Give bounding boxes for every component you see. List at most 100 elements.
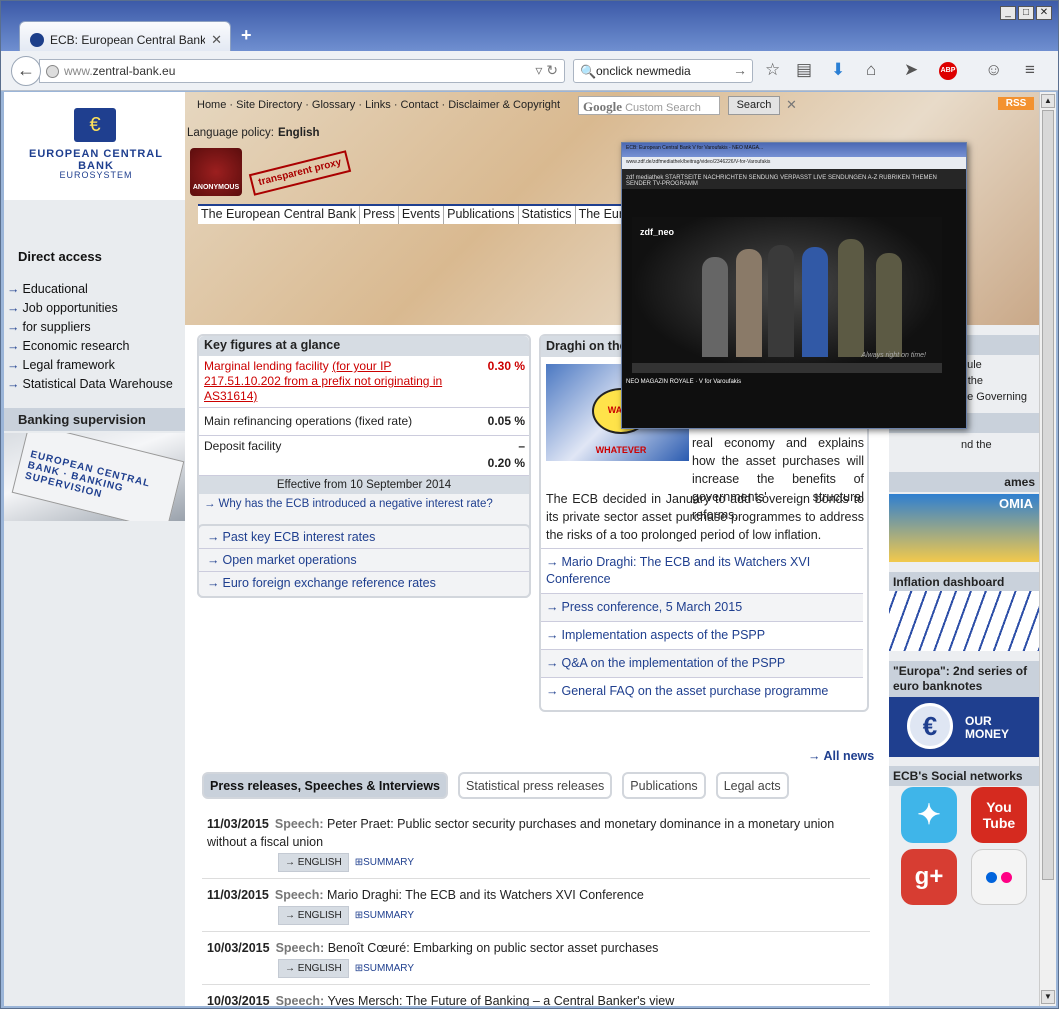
sidebar-item-sdw[interactable]: → Statistical Data Warehouse <box>7 375 173 394</box>
scroll-thumb[interactable] <box>1042 110 1054 880</box>
web-search-input[interactable]: 🔍 onclick newmedia → <box>573 59 753 83</box>
custom-search-input[interactable]: Google Custom Search <box>578 96 720 115</box>
search-go-icon[interactable]: → <box>733 62 747 78</box>
browser-tab[interactable]: ECB: European Central Bank ... ✕ <box>19 21 231 51</box>
adblock-icon[interactable]: ABP <box>939 62 957 80</box>
sidebar-item-jobs[interactable]: → Job opportunities <box>7 299 173 318</box>
draghi-link-press-conference[interactable]: → Press conference, 5 March 2015 <box>541 593 863 621</box>
tab-legal-acts[interactable]: Legal acts <box>715 772 789 799</box>
open-market-link[interactable]: → Open market operations <box>199 549 529 572</box>
scroll-down-icon[interactable]: ▼ <box>1041 990 1055 1004</box>
press-title[interactable]: Yves Mersch: The Future of Banking – a C… <box>327 994 674 1006</box>
summary-toggle[interactable]: ⊞SUMMARY <box>355 963 414 974</box>
arrow-icon: → <box>546 600 559 614</box>
summary-toggle[interactable]: ⊞SUMMARY <box>355 910 414 921</box>
reload-icon[interactable]: ▿ ↻ <box>535 62 558 79</box>
tab-close-icon[interactable]: ✕ <box>211 32 222 48</box>
rss-button[interactable]: RSS <box>998 97 1034 110</box>
press-date: 11/03/2015 <box>207 888 269 902</box>
inflation-chart-image[interactable] <box>889 591 1039 651</box>
main-navigation: The European Central Bank Press Events P… <box>198 204 628 224</box>
url-bar[interactable]: www.zentral-bank.eu ▿ ↻ <box>39 59 565 83</box>
maximize-button[interactable]: □ <box>1018 6 1034 20</box>
press-title[interactable]: Mario Draghi: The ECB and its Watchers X… <box>327 888 644 902</box>
share-icon[interactable]: ➤ <box>904 60 918 80</box>
back-button[interactable]: ← <box>11 56 41 86</box>
english-button[interactable]: → ENGLISH <box>278 906 349 925</box>
minimize-button[interactable]: _ <box>1000 6 1016 20</box>
draghi-link-qa[interactable]: → Q&A on the implementation of the PSPP <box>541 649 863 677</box>
tab-publications[interactable]: Publications <box>622 772 706 799</box>
past-rates-link[interactable]: → Past key ECB interest rates <box>199 526 529 549</box>
games-banner[interactable]: OMIA <box>889 494 1039 562</box>
arrow-icon: → <box>7 339 20 353</box>
tab-statistical-releases[interactable]: Statistical press releases <box>458 772 613 799</box>
inflation-dashboard-title[interactable]: Inflation dashboard <box>889 572 1039 592</box>
video-controls[interactable] <box>632 363 942 373</box>
twitter-icon[interactable]: ✦ <box>901 787 957 843</box>
draghi-link-watchers[interactable]: → Mario Draghi: The ECB and its Watchers … <box>541 548 863 593</box>
euro-coin-icon: € <box>907 703 953 749</box>
nav-press[interactable]: Press <box>359 206 399 224</box>
bookmark-star-icon[interactable]: ☆ <box>765 60 780 80</box>
key-figures-title: Key figures at a glance <box>199 336 529 356</box>
nav-euro[interactable]: The Eur <box>575 206 628 224</box>
home-icon[interactable]: ⌂ <box>866 60 876 80</box>
draghi-link-pspp[interactable]: → Implementation aspects of the PSPP <box>541 621 863 649</box>
zdfneo-logo: zdf_neo <box>640 227 675 237</box>
our-money-banner[interactable]: € OUR MONEY <box>889 697 1039 757</box>
popup-tabs: ECB: European Central Bank V for Varoufa… <box>622 143 966 157</box>
ecb-logo[interactable]: € EUROPEAN CENTRAL BANK EUROSYSTEM <box>4 92 185 200</box>
sidebar-item-educational[interactable]: → Educational <box>7 280 173 299</box>
banking-supervision-image[interactable]: EUROPEAN CENTRAL BANK · BANKING SUPERVIS… <box>4 433 185 521</box>
tab-press-releases[interactable]: Press releases, Speeches & Interviews <box>202 772 449 799</box>
nav-ecb[interactable]: The European Central Bank <box>198 206 360 224</box>
draghi-link-faq[interactable]: → General FAQ on the asset purchase progr… <box>541 677 863 705</box>
new-tab-icon[interactable]: + <box>241 25 252 46</box>
negative-rate-link[interactable]: → Why has the ECB introduced a negative i… <box>199 494 529 514</box>
right-text-fragment-2[interactable]: nd the <box>961 437 992 453</box>
press-item: 10/03/2015 Speech: Benoît Cœuré: Embarkin… <box>202 939 870 985</box>
arrow-icon: → <box>7 301 20 315</box>
flickr-icon[interactable] <box>971 849 1027 905</box>
menu-icon[interactable]: ≡ <box>1025 60 1035 80</box>
nav-statistics[interactable]: Statistics <box>518 206 576 224</box>
fx-rates-link[interactable]: → Euro foreign exchange reference rates <box>199 572 529 595</box>
summary-toggle[interactable]: ⊞SUMMARY <box>355 857 414 868</box>
sidebar-item-legal[interactable]: → Legal framework <box>7 356 173 375</box>
banking-supervision-title[interactable]: Banking supervision <box>4 408 185 431</box>
press-date: 10/03/2015 <box>207 941 270 955</box>
google-plus-icon[interactable]: g+ <box>901 849 957 905</box>
english-button[interactable]: → ENGLISH <box>278 959 349 978</box>
vertical-scrollbar[interactable]: ▲ ▼ <box>1039 92 1056 1006</box>
youtube-icon[interactable]: You Tube <box>971 787 1027 843</box>
video-player[interactable]: zdf_neo Always right on time! <box>632 217 942 373</box>
sidebar-item-suppliers[interactable]: → for suppliers <box>7 318 173 337</box>
draghi-links: → Mario Draghi: The ECB and its Watchers … <box>541 548 863 705</box>
sidebar-item-research[interactable]: → Economic research <box>7 337 173 356</box>
arrow-icon: → <box>546 555 559 569</box>
nav-events[interactable]: Events <box>398 206 445 224</box>
scroll-up-icon[interactable]: ▲ <box>1041 94 1055 108</box>
press-title[interactable]: Benoît Cœuré: Embarking on public sector… <box>328 941 659 955</box>
embedded-screenshot-popup[interactable]: ECB: European Central Bank V for Varoufa… <box>621 142 967 429</box>
nav-publications[interactable]: Publications <box>444 206 519 224</box>
all-news-link[interactable]: → All news <box>808 749 874 763</box>
arrow-icon: → <box>7 320 20 334</box>
plate-text: EUROPEAN CENTRAL BANK · BANKING SUPERVIS… <box>11 433 185 521</box>
download-icon[interactable]: ⬇ <box>831 60 845 80</box>
marginal-lending-value: 0.30 % <box>487 359 525 373</box>
right-text-fragment[interactable]: dule r the he Governing <box>961 357 1027 405</box>
press-item: 10/03/2015 Speech: Yves Mersch: The Futur… <box>202 992 870 1006</box>
language-policy: Language policy: English <box>187 127 320 139</box>
bookmarks-list-icon[interactable]: ▤ <box>796 60 812 80</box>
search-button[interactable]: Search <box>728 96 780 115</box>
chat-icon[interactable]: ☺ <box>985 60 1002 80</box>
search-icon: 🔍 <box>580 64 597 79</box>
language-value[interactable]: English <box>278 127 320 139</box>
clear-search-icon[interactable]: ✕ <box>786 97 797 113</box>
top-nav-links[interactable]: Home · Site Directory · Glossary · Links… <box>197 99 560 111</box>
europa-series-title[interactable]: "Europa": 2nd series of euro banknotes <box>889 661 1039 697</box>
english-button[interactable]: → ENGLISH <box>278 853 349 872</box>
close-window-button[interactable]: ✕ <box>1036 6 1052 20</box>
